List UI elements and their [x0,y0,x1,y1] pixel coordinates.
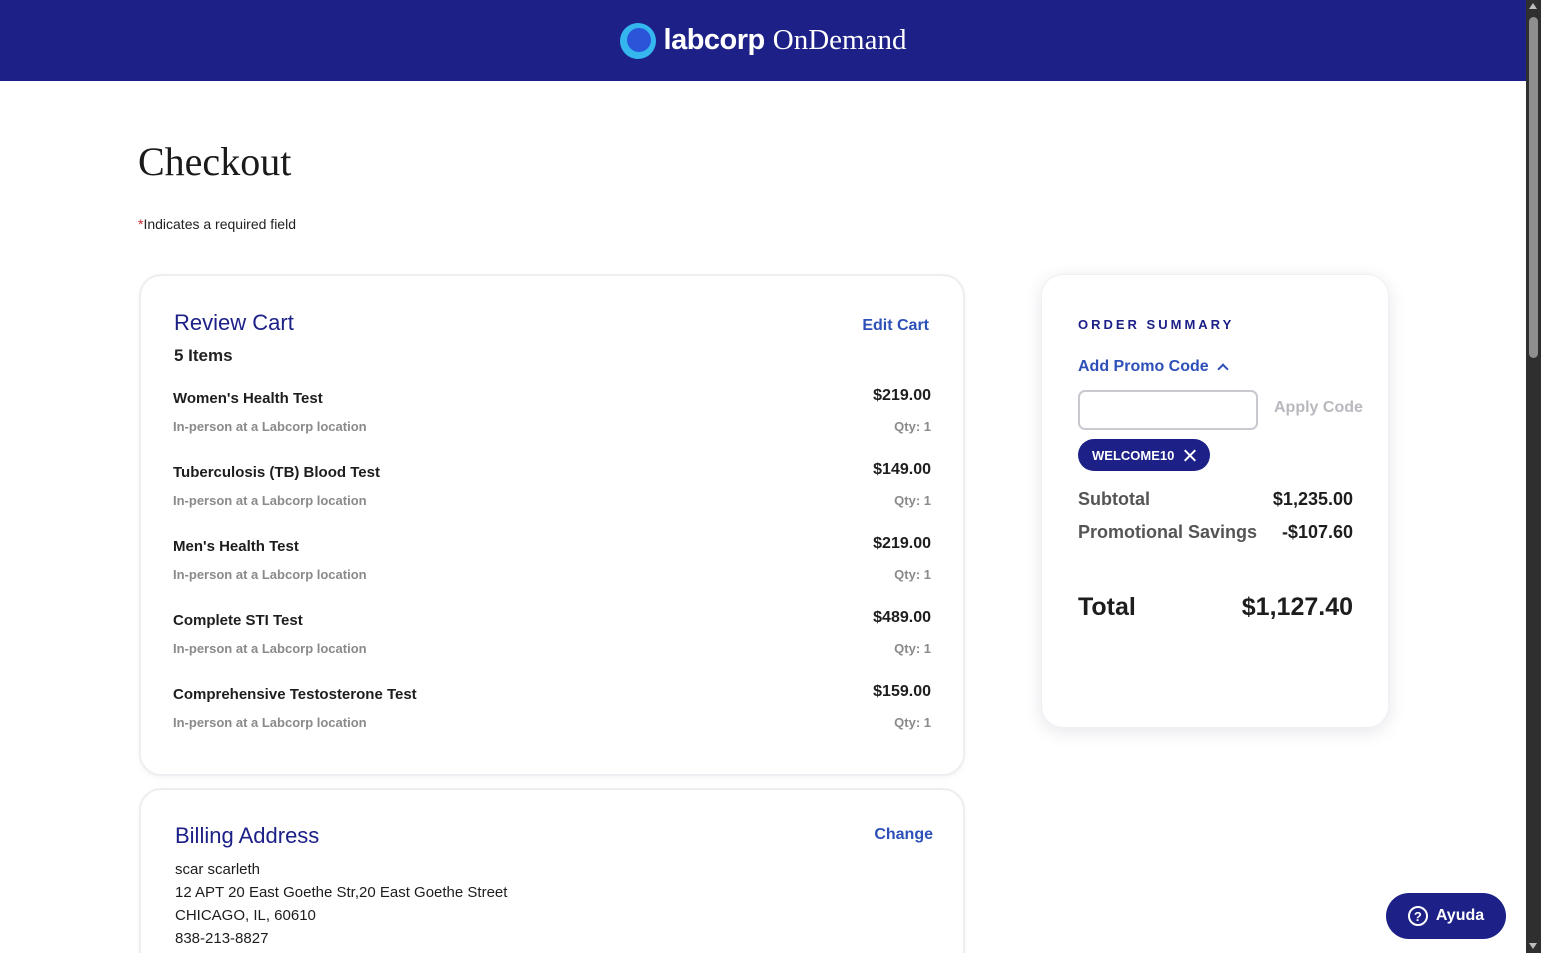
help-button[interactable]: ? Ayuda [1386,893,1506,939]
required-note-text: Indicates a required field [143,216,296,232]
billing-address-title: Billing Address [175,823,320,848]
cart-items-count: 5 Items [174,346,233,365]
remove-promo-close-icon[interactable] [1184,449,1196,461]
cart-item-qty: Qty: 1 [894,493,931,508]
total-label: Total [1078,593,1136,621]
cart-item: Women's Health Test In-person at a Labco… [173,387,931,450]
edit-cart-link[interactable]: Edit Cart [862,317,929,335]
cart-item-location: In-person at a Labcorp location [173,493,367,508]
review-cart-card: Review Cart Edit Cart 5 Items Women's He… [139,274,965,776]
billing-phone: 838-213-8827 [175,930,269,947]
total-value: $1,127.40 [1241,593,1353,621]
billing-city-line: CHICAGO, IL, 60610 [175,907,316,924]
cart-item-price: $219.00 [873,387,931,404]
cart-item-name: Comprehensive Testosterone Test [173,686,417,703]
applied-promo-chip: WELCOME10 [1078,439,1211,471]
cart-item: Tuberculosis (TB) Blood Test In-person a… [173,461,931,524]
billing-street: 12 APT 20 East Goethe Str,20 East Goethe… [175,884,508,901]
cart-item-qty: Qty: 1 [894,641,931,656]
cart-item-name: Tuberculosis (TB) Blood Test [173,464,380,481]
promo-toggle-label: Add Promo Code [1078,358,1209,375]
savings-label: Promotional Savings [1078,522,1258,542]
subtotal-value: $1,235.00 [1272,489,1353,509]
billing-address-lines: scar scarleth 12 APT 20 East Goethe Str,… [175,858,507,950]
scroll-up-arrow-icon[interactable] [1529,3,1537,9]
add-promo-code-toggle[interactable]: Add Promo Code [1078,358,1229,376]
cart-item-name: Complete STI Test [173,612,303,629]
cart-item: Complete STI Test In-person at a Labcorp… [173,609,931,672]
order-summary-card: ORDER SUMMARY Add Promo Code Apply Code … [1041,274,1389,728]
subtotal-label: Subtotal [1078,489,1150,509]
cart-item-qty: Qty: 1 [894,567,931,582]
change-billing-link[interactable]: Change [874,826,933,844]
subtotal-row: Subtotal $1,235.00 [1078,489,1353,510]
cart-item-location: In-person at a Labcorp location [173,567,367,582]
help-question-icon: ? [1407,906,1428,926]
help-button-label: Ayuda [1435,907,1485,924]
labcorp-logo-icon [619,22,656,59]
cart-item-price: $489.00 [873,609,931,626]
cart-item-qty: Qty: 1 [894,715,931,730]
required-field-note: *Indicates a required field [138,216,296,232]
savings-value: -$107.60 [1281,522,1353,542]
order-summary-title: ORDER SUMMARY [1078,317,1235,332]
scrollbar-thumb[interactable] [1529,17,1538,358]
apply-code-button[interactable]: Apply Code [1274,399,1363,417]
cart-item-price: $149.00 [873,461,931,478]
total-row: Total $1,127.40 [1078,593,1353,622]
cart-item-name: Women's Health Test [173,390,323,407]
page-title: Checkout [138,139,292,184]
cart-item: Men's Health Test In-person at a Labcorp… [173,535,931,598]
promo-code-input[interactable] [1078,390,1258,430]
cart-item-price: $159.00 [873,683,931,700]
applied-promo-code: WELCOME10 [1092,447,1175,463]
chevron-up-icon [1217,363,1229,375]
top-header: labcorp OnDemand [0,0,1526,81]
savings-row: Promotional Savings -$107.60 [1078,522,1353,543]
review-cart-title: Review Cart [174,310,294,335]
cart-item: Comprehensive Testosterone Test In-perso… [173,683,931,746]
logo-brand-text: labcorp [663,24,766,56]
billing-name: scar scarleth [175,861,261,878]
billing-address-card: Billing Address Change scar scarleth 12 … [139,788,965,953]
cart-item-location: In-person at a Labcorp location [173,641,367,656]
cart-item-price: $219.00 [873,535,931,552]
cart-item-location: In-person at a Labcorp location [173,419,367,434]
cart-item-name: Men's Health Test [173,538,299,555]
cart-item-location: In-person at a Labcorp location [173,715,367,730]
labcorp-logo[interactable]: labcorp OnDemand [619,22,907,59]
logo-sub-text: OnDemand [772,24,907,56]
page-scrollbar[interactable] [1526,0,1541,953]
cart-item-qty: Qty: 1 [894,419,931,434]
scroll-down-arrow-icon[interactable] [1529,943,1537,949]
